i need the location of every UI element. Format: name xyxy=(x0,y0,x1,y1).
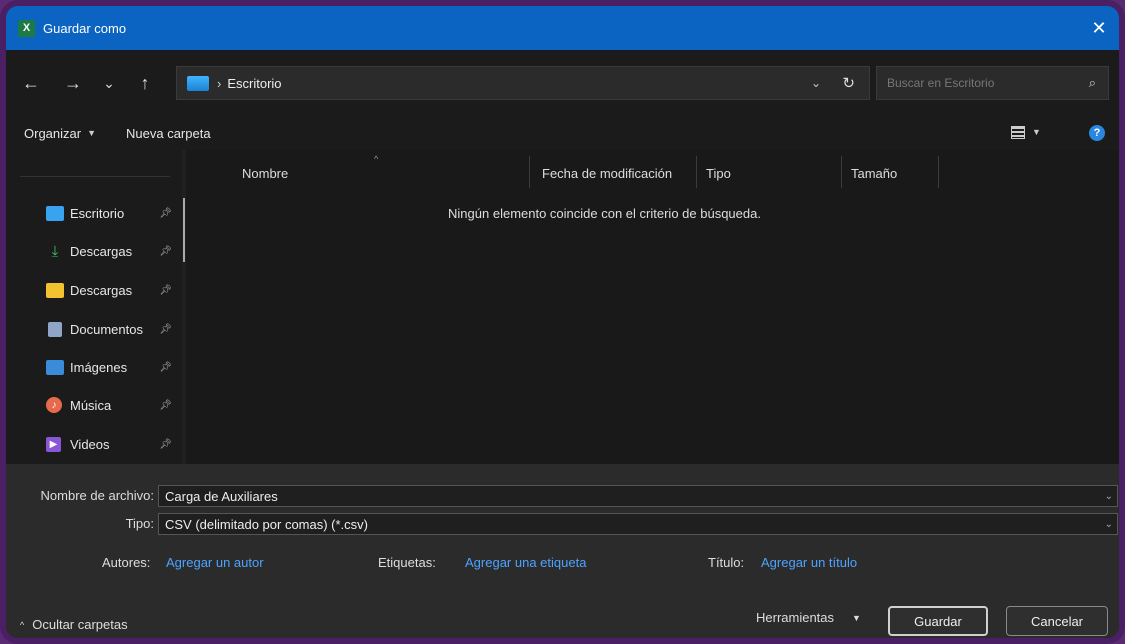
video-icon: ▶ xyxy=(46,436,61,452)
command-toolbar: Organizar ▼ Nueva carpeta ▼ ? xyxy=(6,116,1119,150)
search-input[interactable]: Buscar en Escritorio ⌕ xyxy=(876,66,1109,100)
file-type-select[interactable]: CSV (delimitado por comas) (*.csv) ⌄ xyxy=(158,513,1118,535)
image-icon xyxy=(46,359,64,375)
column-divider[interactable] xyxy=(696,156,697,188)
tools-menu-button[interactable]: Herramientas ▼ xyxy=(756,610,861,625)
new-folder-button[interactable]: Nueva carpeta xyxy=(126,126,211,141)
caret-down-icon[interactable]: ▼ xyxy=(87,128,96,138)
add-title-link[interactable]: Agregar un título xyxy=(761,555,857,570)
caret-down-icon: ▼ xyxy=(852,612,861,623)
column-header-name[interactable]: Nombre xyxy=(242,150,288,196)
sidebar-item-documentos[interactable]: Documentos 📌︎ xyxy=(46,317,178,341)
pin-icon: 📌︎ xyxy=(159,438,172,450)
sidebar-item-label: Escritorio xyxy=(70,205,125,221)
cancel-button[interactable]: Cancelar xyxy=(1006,606,1108,636)
sort-ascending-icon: ^ xyxy=(374,154,379,164)
sidebar-scrollbar[interactable] xyxy=(183,198,185,262)
recent-locations-icon[interactable]: ⌄ xyxy=(94,75,124,92)
sidebar-item-label: Música xyxy=(70,397,112,413)
filename-value: Carga de Auxiliares xyxy=(165,488,278,504)
pin-icon: 📌︎ xyxy=(159,245,172,257)
hide-folders-button[interactable]: ^ Ocultar carpetas xyxy=(20,617,128,632)
address-bar[interactable]: › Escritorio ⌄ ↻ xyxy=(176,66,870,100)
sidebar-item-label: Documentos xyxy=(70,321,143,337)
forward-arrow-icon[interactable]: → xyxy=(58,73,88,94)
type-label: Tipo: xyxy=(125,516,154,531)
title-label: Título: xyxy=(708,555,745,570)
column-divider[interactable] xyxy=(841,156,842,188)
back-arrow-icon[interactable]: ← xyxy=(16,73,46,94)
sidebar-item-label: Descargas xyxy=(70,282,133,298)
excel-app-icon: X xyxy=(18,19,35,37)
refresh-icon[interactable]: ↻ xyxy=(842,74,855,92)
tags-label: Etiquetas: xyxy=(378,555,436,570)
chevron-down-icon[interactable]: ⌄ xyxy=(1105,491,1113,502)
column-header-modified[interactable]: Fecha de modificación xyxy=(542,150,672,196)
search-icon[interactable]: ⌕ xyxy=(1089,75,1096,91)
filename-label: Nombre de archivo: xyxy=(40,488,154,503)
add-tag-link[interactable]: Agregar una etiqueta xyxy=(465,555,586,570)
desktop-folder-icon xyxy=(46,205,64,221)
chevron-up-icon: ^ xyxy=(20,619,25,630)
empty-results-message: Ningún elemento coincide con el criterio… xyxy=(448,206,761,221)
view-options-icon[interactable] xyxy=(1011,126,1025,139)
sidebar-item-label: Videos xyxy=(70,436,110,452)
sidebar-item-imagenes[interactable]: Imágenes 📌︎ xyxy=(46,355,178,379)
navigation-pane: Escritorio 📌︎ ⤓ Descargas 📌︎ Descargas 📌… xyxy=(6,150,185,464)
column-divider[interactable] xyxy=(529,156,530,188)
document-icon xyxy=(48,321,62,337)
column-header-type[interactable]: Tipo xyxy=(706,150,731,196)
organize-menu-button[interactable]: Organizar xyxy=(24,126,81,141)
pin-icon: 📌︎ xyxy=(159,284,172,296)
file-type-value: CSV (delimitado por comas) (*.csv) xyxy=(165,516,368,532)
yellow-folder-icon xyxy=(46,282,64,298)
sidebar-item-label: Imágenes xyxy=(70,359,128,375)
add-author-link[interactable]: Agregar un autor xyxy=(166,555,264,570)
close-icon[interactable]: ✕ xyxy=(1079,6,1119,50)
desktop-folder-icon xyxy=(187,75,209,91)
help-icon[interactable]: ? xyxy=(1089,125,1105,141)
authors-label: Autores: xyxy=(102,555,151,570)
sidebar-divider xyxy=(20,176,170,177)
sidebar-item-descargas-folder[interactable]: Descargas 📌︎ xyxy=(46,278,178,302)
chevron-down-icon[interactable]: ⌄ xyxy=(811,76,821,90)
pin-icon: 📌︎ xyxy=(159,207,172,219)
column-divider[interactable] xyxy=(938,156,939,188)
pin-icon: 📌︎ xyxy=(159,361,172,373)
tools-label: Herramientas xyxy=(756,610,835,625)
sidebar-item-videos[interactable]: ▶ Videos 📌︎ xyxy=(46,432,178,456)
chevron-down-icon[interactable]: ⌄ xyxy=(1105,519,1113,530)
sidebar-item-label: Descargas xyxy=(70,243,133,259)
save-options-panel: Nombre de archivo: Carga de Auxiliares ⌄… xyxy=(6,464,1119,638)
sidebar-item-musica[interactable]: ♪ Música 📌︎ xyxy=(46,393,178,417)
title-bar: X Guardar como ✕ xyxy=(6,6,1119,50)
column-header-size[interactable]: Tamaño xyxy=(851,150,897,196)
caret-down-icon[interactable]: ▼ xyxy=(1032,127,1041,137)
download-arrow-icon: ⤓ xyxy=(51,242,59,260)
sidebar-item-escritorio[interactable]: Escritorio 📌︎ xyxy=(46,201,178,225)
up-arrow-icon[interactable]: ↑ xyxy=(130,73,160,94)
navigation-bar: ← → ⌄ ↑ › Escritorio ⌄ ↻ Buscar en Escri… xyxy=(6,50,1119,116)
filename-field[interactable]: Carga de Auxiliares ⌄ xyxy=(158,485,1118,507)
breadcrumb-escritorio[interactable]: Escritorio xyxy=(227,76,281,91)
search-placeholder: Buscar en Escritorio xyxy=(887,76,995,90)
file-list: ^ Nombre Fecha de modificación Tipo Tama… xyxy=(186,150,1119,464)
window-title: Guardar como xyxy=(43,20,127,36)
hide-folders-label: Ocultar carpetas xyxy=(32,617,128,632)
pin-icon: 📌︎ xyxy=(159,323,172,335)
breadcrumb-separator: › xyxy=(217,75,222,91)
save-button[interactable]: Guardar xyxy=(888,606,988,636)
save-as-dialog: X Guardar como ✕ ← → ⌄ ↑ › Escritorio ⌄ … xyxy=(6,6,1119,638)
music-icon: ♪ xyxy=(46,397,62,413)
sidebar-item-descargas[interactable]: ⤓ Descargas 📌︎ xyxy=(46,239,178,263)
pin-icon: 📌︎ xyxy=(159,399,172,411)
